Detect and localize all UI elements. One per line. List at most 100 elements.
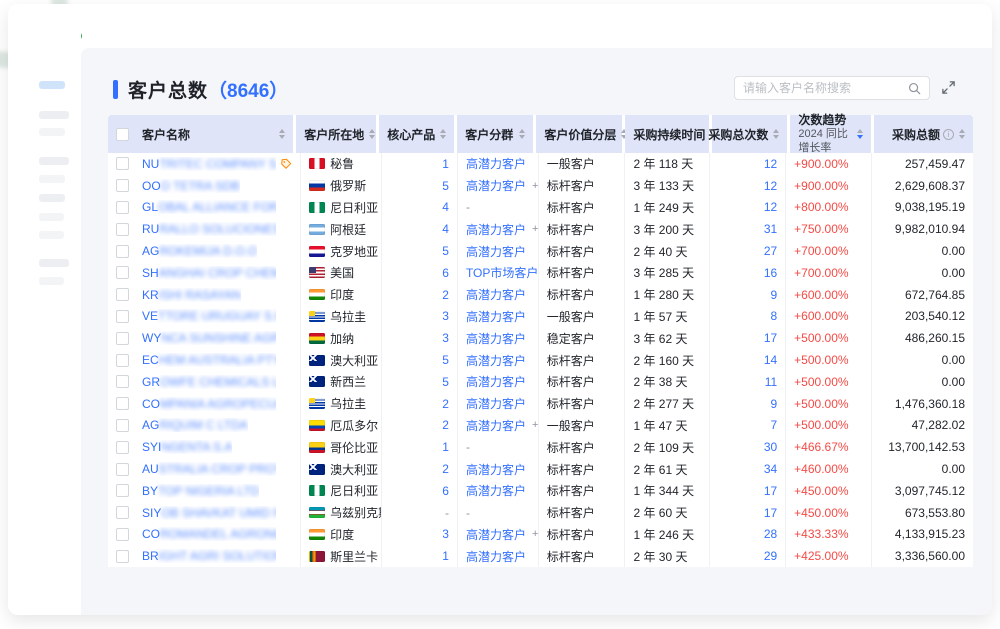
- sort-icon[interactable]: [369, 129, 375, 139]
- row-checkbox[interactable]: [116, 550, 129, 563]
- select-all-checkbox[interactable]: [116, 128, 129, 141]
- total-purchases-link[interactable]: 34: [764, 462, 777, 476]
- row-checkbox[interactable]: [116, 310, 129, 323]
- segment-link[interactable]: 高潜力客户: [466, 308, 526, 325]
- total-purchases-link[interactable]: 8: [770, 309, 777, 323]
- row-checkbox[interactable]: [116, 223, 129, 236]
- fullscreen-expand-icon[interactable]: [941, 80, 956, 95]
- total-purchases-link[interactable]: 17: [764, 484, 777, 498]
- core-products-count-link[interactable]: 1: [442, 549, 449, 563]
- segment-link[interactable]: 高潜力客户: [466, 330, 526, 347]
- sidebar-item-8[interactable]: [39, 231, 64, 239]
- row-checkbox[interactable]: [116, 419, 129, 432]
- row-checkbox[interactable]: [116, 201, 129, 214]
- row-checkbox[interactable]: [116, 506, 129, 519]
- core-products-count-link[interactable]: 2: [442, 418, 449, 432]
- row-checkbox[interactable]: [116, 484, 129, 497]
- core-products-count-link[interactable]: 2: [442, 462, 449, 476]
- core-products-count-link[interactable]: 3: [442, 309, 449, 323]
- core-products-count-link[interactable]: 3: [442, 331, 449, 345]
- sort-icon[interactable]: [279, 129, 285, 139]
- column-header-tier[interactable]: 客户价值分层: [536, 115, 622, 153]
- segment-link[interactable]: 高潜力客户: [466, 177, 526, 194]
- core-products-count-link[interactable]: 6: [442, 484, 449, 498]
- search-input[interactable]: [743, 81, 908, 95]
- row-checkbox[interactable]: [116, 463, 129, 476]
- segment-link[interactable]: 高潜力客户: [466, 352, 526, 369]
- core-products-count-link[interactable]: 2: [442, 288, 449, 302]
- segment-link[interactable]: 高潜力客户: [466, 548, 526, 565]
- core-products-count-link[interactable]: 1: [442, 440, 449, 454]
- segment-link[interactable]: 高潜力客户: [466, 286, 526, 303]
- row-checkbox[interactable]: [116, 441, 129, 454]
- sidebar-item-4[interactable]: [39, 157, 69, 165]
- sidebar-item-2[interactable]: [39, 111, 69, 119]
- row-checkbox[interactable]: [116, 528, 129, 541]
- sidebar-item-7[interactable]: [39, 213, 64, 221]
- customer-name-link[interactable]: SHANGHAI CROP CHEM: [142, 266, 276, 280]
- core-products-count-link[interactable]: 5: [442, 375, 449, 389]
- total-purchases-link[interactable]: 27: [764, 244, 777, 258]
- total-purchases-link[interactable]: 9: [770, 288, 777, 302]
- row-checkbox[interactable]: [116, 157, 129, 170]
- row-checkbox[interactable]: [116, 179, 129, 192]
- sidebar-item-3[interactable]: [39, 128, 65, 136]
- core-products-count-link[interactable]: 6: [442, 266, 449, 280]
- core-products-count-link[interactable]: 4: [442, 222, 449, 236]
- column-header-products[interactable]: 核心产品: [379, 115, 454, 153]
- sidebar-item-5[interactable]: [39, 175, 65, 183]
- core-products-count-link[interactable]: 5: [442, 179, 449, 193]
- segment-link[interactable]: 高潜力客户: [466, 395, 526, 412]
- sidebar-item-6[interactable]: [39, 194, 65, 202]
- info-icon[interactable]: i: [943, 129, 954, 140]
- customer-name-link[interactable]: AGRIQUIM C LTDA: [142, 418, 248, 432]
- customer-name-link[interactable]: GROWFE CHEMICALS LIMITED: [142, 375, 276, 389]
- segment-link[interactable]: 高潜力客户: [466, 526, 526, 543]
- sort-icon[interactable]: [519, 129, 525, 139]
- segment-link[interactable]: TOP市场客户: [466, 264, 538, 281]
- core-products-count-link[interactable]: 4: [442, 200, 449, 214]
- customer-name-link[interactable]: OOO TETRA SDB: [142, 179, 240, 193]
- column-header-purchases[interactable]: 采购总次数: [712, 115, 787, 153]
- core-products-count-link[interactable]: 5: [442, 353, 449, 367]
- column-header-amount[interactable]: 采购总额i: [874, 115, 973, 153]
- column-header-name[interactable]: 客户名称: [108, 115, 293, 153]
- customer-name-link[interactable]: ECHEM AUSTRALIA PTY LIMITED: [142, 353, 276, 367]
- tag-icon[interactable]: [280, 158, 292, 170]
- row-checkbox[interactable]: [116, 397, 129, 410]
- customer-name-link[interactable]: GLOBAL ALLIANCE FOR CHEMI CA...: [142, 200, 276, 214]
- segment-link[interactable]: 高潜力客户: [466, 461, 526, 478]
- total-purchases-link[interactable]: 9: [770, 397, 777, 411]
- row-checkbox[interactable]: [116, 332, 129, 345]
- core-products-count-link[interactable]: 5: [442, 244, 449, 258]
- sort-icon[interactable]: [959, 129, 965, 139]
- row-checkbox[interactable]: [116, 266, 129, 279]
- sort-icon[interactable]: [773, 129, 779, 139]
- customer-name-link[interactable]: NUTRITEC COMPANY S.A.S: [142, 157, 276, 171]
- row-checkbox[interactable]: [116, 288, 129, 301]
- sidebar-item-10[interactable]: [39, 277, 64, 285]
- total-purchases-link[interactable]: 7: [770, 418, 777, 432]
- total-purchases-link[interactable]: 12: [764, 157, 777, 171]
- total-purchases-link[interactable]: 28: [764, 527, 777, 541]
- customer-name-link[interactable]: SIYOB SHAVKAT UMID FARMER X...: [142, 506, 276, 520]
- sidebar-item-1[interactable]: [39, 81, 65, 89]
- sort-icon[interactable]: [440, 129, 446, 139]
- total-purchases-link[interactable]: 14: [764, 353, 777, 367]
- sort-icon[interactable]: [857, 129, 863, 139]
- total-purchases-link[interactable]: 11: [765, 375, 777, 389]
- segment-link[interactable]: 高潜力客户: [466, 221, 526, 238]
- customer-name-link[interactable]: SYINGENTA S.A: [142, 440, 232, 454]
- total-purchases-link[interactable]: 17: [764, 506, 777, 520]
- total-purchases-link[interactable]: 29: [764, 549, 777, 563]
- customer-name-link[interactable]: COROMANDEL AGRONICS PRIVAT E ...: [142, 527, 276, 541]
- row-checkbox[interactable]: [116, 245, 129, 258]
- search-icon[interactable]: [908, 82, 921, 95]
- total-purchases-link[interactable]: 31: [764, 222, 777, 236]
- segment-link[interactable]: 高潜力客户: [466, 373, 526, 390]
- total-purchases-link[interactable]: 30: [764, 440, 777, 454]
- core-products-count-link[interactable]: 1: [442, 157, 449, 171]
- segment-link[interactable]: 高潜力客户: [466, 243, 526, 260]
- core-products-count-link[interactable]: 3: [442, 527, 449, 541]
- column-header-location[interactable]: 客户所在地: [296, 115, 376, 153]
